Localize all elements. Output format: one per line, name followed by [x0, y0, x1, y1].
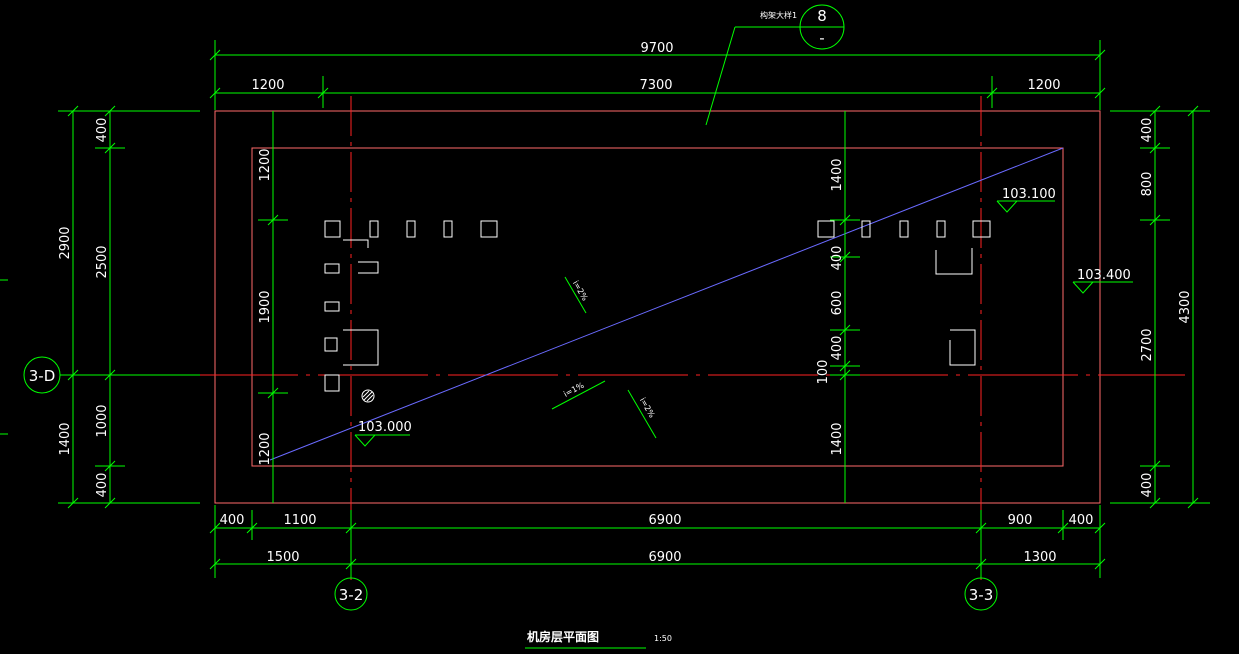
dim-bottom2-b: 6900: [648, 550, 681, 565]
dim-inner-left-c: 1200: [258, 432, 273, 465]
dim-right-total: 4300: [1178, 290, 1193, 323]
axis-label-3-D: 3-D: [29, 367, 56, 385]
level-label-2: 103.400: [1077, 268, 1131, 283]
dim-inner-mid-a: 1400: [830, 158, 845, 191]
dim-bottom2-c: 1300: [1023, 550, 1056, 565]
dim-right-a: 400: [1140, 118, 1155, 143]
drawing-title: 机房层平面图: [527, 629, 599, 644]
detail-number: 8: [817, 7, 827, 25]
dim-bottom1-a: 400: [220, 513, 245, 528]
dim-bottom1-d: 900: [1008, 513, 1033, 528]
level-label-3: 103.000: [358, 420, 412, 435]
dim-left-mid-b: 2500: [95, 245, 110, 278]
dim-left-mid-a: 400: [95, 118, 110, 143]
dim-bottom1-c: 6900: [648, 513, 681, 528]
dim-top-total: 9700: [640, 41, 673, 56]
dim-left-outer-top: 2900: [58, 226, 73, 259]
dim-inner-mid-c: 600: [830, 291, 845, 316]
dim-bottom1-e: 400: [1069, 513, 1094, 528]
dim-bottom1-b: 1100: [283, 513, 316, 528]
detail-reference-text: 构架大样1: [760, 10, 797, 20]
outer-roof-outline: [214, 110, 1101, 504]
axis-label-3-2: 3-2: [339, 586, 364, 604]
detail-sheet: -: [819, 29, 824, 47]
dim-left-mid-d: 400: [95, 473, 110, 498]
slope-label-3: i=2%: [638, 396, 657, 420]
drawing-scale: 1:50: [654, 634, 672, 643]
dim-bottom2-a: 1500: [266, 550, 299, 565]
axis-lines: [188, 96, 1185, 580]
dim-left-mid-c: 1000: [95, 404, 110, 437]
dim-inner-mid-e: 100: [816, 360, 831, 385]
dim-inner-mid-d: 400: [830, 336, 845, 361]
level-label-1: 103.100: [1002, 187, 1056, 202]
dim-right-d: 400: [1140, 473, 1155, 498]
dim-left-outer-bottom: 1400: [58, 422, 73, 455]
dim-right-b: 800: [1140, 172, 1155, 197]
dim-top-mid: 7300: [639, 78, 672, 93]
dim-inner-left-b: 1900: [258, 290, 273, 323]
dim-inner-mid-b: 400: [830, 246, 845, 271]
axis-label-3-3: 3-3: [969, 586, 994, 604]
dim-inner-left-a: 1200: [258, 148, 273, 181]
cad-drawing-canvas: 9700 1200 7300 1200 400 1100 6900 900 40…: [0, 4, 1210, 649]
dim-right-c: 2700: [1140, 328, 1155, 361]
ridge-line: [269, 147, 1064, 461]
slope-label-2: i=1%: [562, 381, 586, 399]
dim-top-left: 1200: [251, 78, 284, 93]
dim-top-right: 1200: [1027, 78, 1060, 93]
dim-inner-mid-f: 1400: [830, 422, 845, 455]
